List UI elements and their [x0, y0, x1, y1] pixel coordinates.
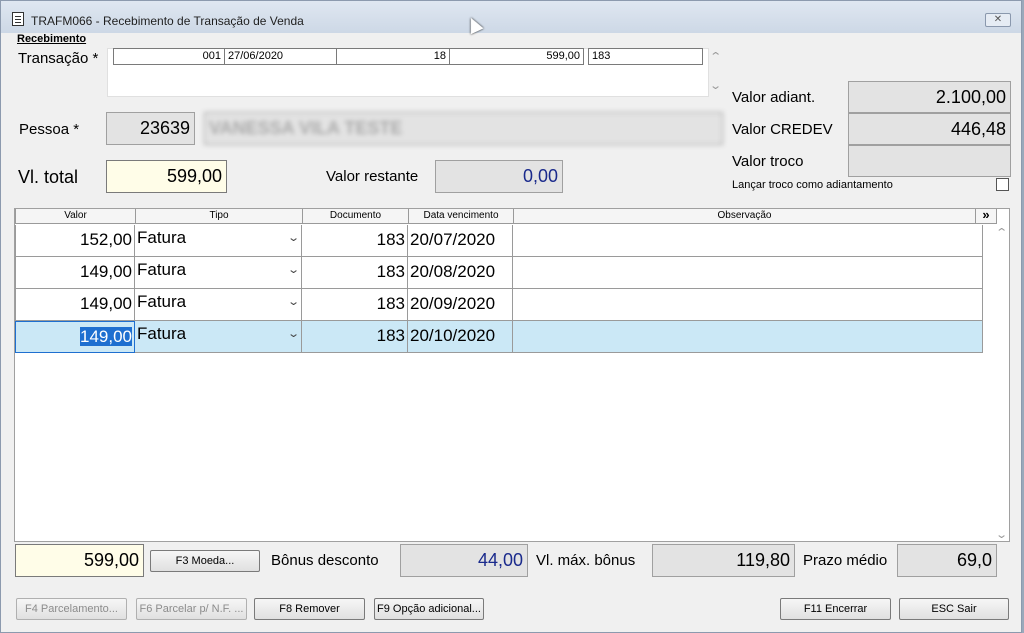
chevron-down-icon[interactable]: ⌄: [287, 263, 300, 276]
valor-adiant-label: Valor adiant.: [732, 89, 816, 106]
cell-vencimento[interactable]: 20/10/2020: [408, 321, 513, 353]
cell-observacao[interactable]: [513, 225, 983, 257]
remover-button[interactable]: F8 Remover: [254, 598, 365, 620]
document-icon: [12, 12, 24, 26]
chevron-down-icon[interactable]: ⌄: [287, 327, 300, 340]
pessoa-name-field[interactable]: VANESSA VILA TESTE: [204, 112, 723, 145]
cell-documento[interactable]: 183: [302, 289, 408, 321]
moeda-button[interactable]: F3 Moeda...: [150, 550, 260, 572]
section-title: Recebimento: [17, 33, 87, 45]
valor-adiant-field: 2.100,00: [848, 81, 1011, 113]
parcelar-nf-button[interactable]: F6 Parcelar p/ N.F. ...: [136, 598, 247, 620]
cell-vencimento[interactable]: 20/09/2020: [408, 289, 513, 321]
troco-adiantamento-label: Lançar troco como adiantamento: [732, 179, 893, 191]
opcao-adicional-button[interactable]: F9 Opção adicional...: [374, 598, 484, 620]
cell-documento[interactable]: 183: [302, 257, 408, 289]
valor-credev-field: 446,48: [848, 113, 1011, 145]
chevron-down-icon[interactable]: ⌄: [287, 295, 300, 308]
cell-valor-editing[interactable]: 149,00: [15, 321, 135, 353]
transacao-label: Transação *: [18, 50, 99, 67]
selected-value-text[interactable]: 149,00: [80, 327, 132, 346]
grid-scroll-down-icon[interactable]: ⌄: [995, 528, 1008, 541]
col-header-documento[interactable]: Documento: [302, 209, 408, 224]
cell-documento[interactable]: 183: [302, 225, 408, 257]
scroll-down-icon[interactable]: ⌄: [709, 79, 722, 92]
cell-tipo[interactable]: Fatura: [135, 289, 302, 321]
valor-restante-field: 0,00: [435, 160, 563, 193]
prazo-medio-label: Prazo médio: [803, 552, 888, 569]
cell-tipo[interactable]: Fatura: [135, 225, 302, 257]
cell-valor[interactable]: 149,00: [15, 257, 135, 289]
valor-credev-label: Valor CREDEV: [732, 121, 833, 138]
close-button[interactable]: ✕: [985, 13, 1011, 27]
cell-tipo[interactable]: Fatura: [135, 321, 302, 353]
vl-total-label: Vl. total: [18, 167, 79, 187]
max-bonus-field: 119,80: [652, 544, 795, 577]
footer-total-field: 599,00: [15, 544, 144, 577]
valor-troco-field: [848, 145, 1011, 177]
cell-tipo[interactable]: Fatura: [135, 257, 302, 289]
cell-valor[interactable]: 149,00: [15, 289, 135, 321]
transacao-cell-data: 27/06/2020: [225, 48, 337, 65]
window-title: TRAFM066 - Recebimento de Transação de V…: [31, 14, 304, 28]
transacao-cell-numero: 18: [337, 48, 450, 65]
cell-observacao[interactable]: [513, 321, 983, 353]
valor-troco-label: Valor troco: [732, 153, 804, 170]
cell-documento[interactable]: 183: [302, 321, 408, 353]
title-bar: TRAFM066 - Recebimento de Transação de V…: [1, 1, 1021, 33]
cell-vencimento[interactable]: 20/08/2020: [408, 257, 513, 289]
col-header-tipo[interactable]: Tipo: [135, 209, 302, 224]
scroll-up-icon[interactable]: ⌄: [709, 49, 722, 62]
bonus-desconto-field: 44,00: [400, 544, 528, 577]
cell-vencimento[interactable]: 20/07/2020: [408, 225, 513, 257]
transacao-cell-documento: 183: [588, 48, 703, 65]
main-window: TRAFM066 - Recebimento de Transação de V…: [0, 0, 1022, 633]
encerrar-button[interactable]: F11 Encerrar: [780, 598, 891, 620]
transacao-cell-empresa: 001: [113, 48, 225, 65]
parcelamento-button[interactable]: F4 Parcelamento...: [16, 598, 127, 620]
prazo-medio-field: 69,0: [897, 544, 997, 577]
transacao-cell-valor: 599,00: [450, 48, 584, 65]
max-bonus-label: Vl. máx. bônus: [536, 552, 636, 569]
valor-restante-label: Valor restante: [326, 168, 419, 185]
col-header-observacao[interactable]: Observação: [513, 209, 975, 224]
expand-columns-button[interactable]: »: [975, 208, 997, 224]
pessoa-label: Pessoa *: [19, 121, 80, 138]
cell-valor[interactable]: 152,00: [15, 225, 135, 257]
cell-observacao[interactable]: [513, 257, 983, 289]
vl-total-field[interactable]: 599,00: [106, 160, 227, 193]
sair-button[interactable]: ESC Sair: [899, 598, 1009, 620]
col-header-vencimento[interactable]: Data vencimento: [408, 209, 513, 224]
bonus-desconto-label: Bônus desconto: [271, 552, 379, 569]
grid-scroll-up-icon[interactable]: ⌄: [995, 225, 1008, 238]
pessoa-code-field[interactable]: 23639: [106, 112, 195, 145]
chevron-down-icon[interactable]: ⌄: [287, 231, 300, 244]
troco-adiantamento-checkbox[interactable]: [996, 178, 1009, 191]
col-header-valor[interactable]: Valor: [15, 209, 135, 224]
cell-observacao[interactable]: [513, 289, 983, 321]
